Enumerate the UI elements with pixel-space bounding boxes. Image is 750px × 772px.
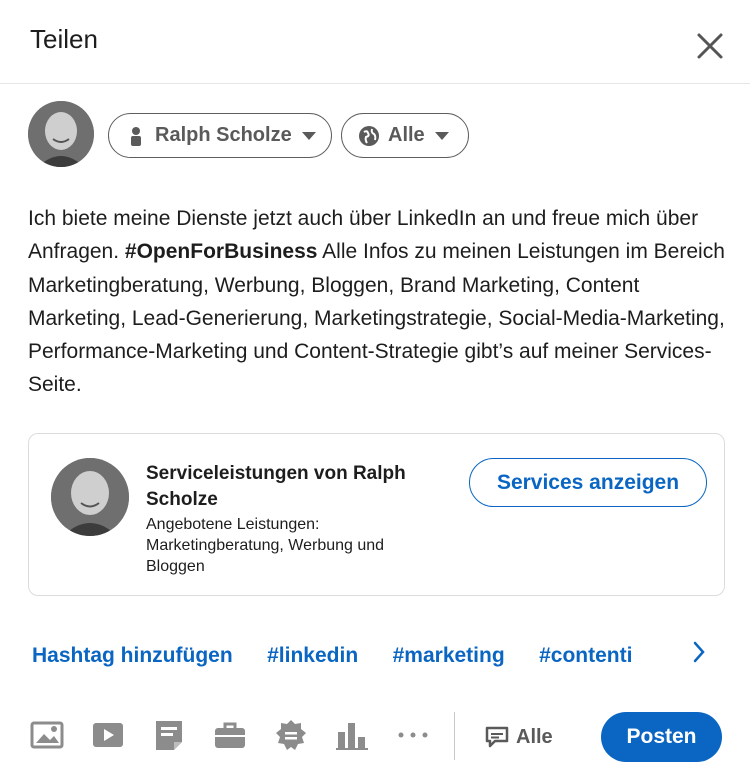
comment-visibility-label: Alle	[516, 725, 553, 748]
post-button[interactable]: Posten	[601, 712, 722, 762]
author-selector[interactable]: Ralph Scholze	[108, 113, 332, 158]
caret-down-icon	[434, 131, 449, 140]
hashtag-suggestion[interactable]: #linkedin	[267, 644, 358, 668]
post-hashtag: #OpenForBusiness	[124, 240, 318, 264]
comment-icon	[485, 726, 509, 748]
job-icon[interactable]	[213, 718, 247, 752]
hashtag-bar: Hashtag hinzufügen #linkedin #marketing …	[32, 644, 672, 674]
visibility-selector[interactable]: Alle	[341, 113, 469, 158]
service-avatar	[51, 458, 129, 536]
photo-icon[interactable]	[30, 718, 64, 752]
comment-visibility-selector[interactable]: Alle	[484, 722, 553, 752]
close-icon[interactable]	[690, 26, 730, 66]
video-icon[interactable]	[91, 718, 125, 752]
add-hashtag-button[interactable]: Hashtag hinzufügen	[32, 644, 233, 668]
hashtag-suggestion[interactable]: #contenti	[539, 644, 632, 668]
caret-down-icon	[301, 131, 316, 140]
celebrate-icon[interactable]	[274, 718, 308, 752]
service-card: Serviceleistungen von Ralph Scholze Ange…	[28, 433, 725, 596]
service-card-description: Angebotene Leistungen: Marketingberatung…	[146, 516, 385, 575]
author-name: Ralph Scholze	[155, 124, 292, 146]
services-button[interactable]: Services anzeigen	[469, 458, 707, 507]
service-card-title: Serviceleistungen von Ralph Scholze	[146, 463, 406, 510]
dialog-header: Teilen	[0, 0, 750, 84]
person-icon	[125, 125, 147, 147]
globe-icon	[358, 125, 380, 147]
more-icon[interactable]	[396, 718, 430, 752]
document-icon[interactable]	[152, 718, 186, 752]
avatar	[28, 101, 94, 167]
toolbar-divider	[454, 712, 455, 760]
poll-icon[interactable]	[335, 718, 369, 752]
chevron-right-icon[interactable]	[692, 640, 706, 671]
dialog-title: Teilen	[30, 24, 98, 54]
hashtag-suggestion[interactable]: #marketing	[393, 644, 505, 668]
visibility-label: Alle	[388, 124, 425, 146]
post-editor[interactable]: Ich biete meine Dienste jetzt auch über …	[28, 202, 728, 402]
post-text-part2: Alle Infos zu meinen Leistungen im Berei…	[28, 240, 725, 397]
